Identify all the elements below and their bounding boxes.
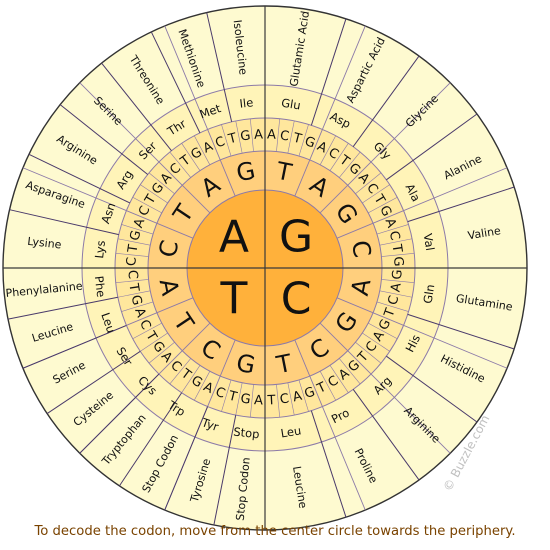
ring-dividers <box>3 6 527 530</box>
ring-3-base-letter: A <box>254 127 264 142</box>
ring-3-base-letter: A <box>267 127 277 142</box>
center-base-letter: A <box>219 211 249 262</box>
amino-acid-abbreviation: Val <box>421 232 438 251</box>
ring-3-base-letter: T <box>266 393 276 408</box>
amino-acid-abbreviation: Phe <box>92 275 108 298</box>
diagram-caption: To decode the codon, move from the cente… <box>34 524 516 539</box>
ring-3-base-letter: A <box>254 393 264 408</box>
center-base-letter: G <box>279 211 313 262</box>
amino-acid-abbreviation: Lys <box>92 240 108 260</box>
ring-3-base-letter: G <box>390 269 405 280</box>
ring-3-base-letter: G <box>390 256 405 267</box>
center-base-letter: C <box>281 274 312 325</box>
amino-acid-abbreviation: Stop <box>233 425 261 442</box>
ring-3-base-letter: C <box>124 257 139 267</box>
center-base-letter: T <box>219 274 247 325</box>
ring-3-base-letter: C <box>124 270 139 280</box>
amino-acid-abbreviation: Ile <box>239 95 254 110</box>
amino-acid-abbreviation: Gln <box>421 283 438 304</box>
codon-wheel-diagram: GCTAT AGCAGCTGCTACTA GA C T GACTGACTGACTGGACT… <box>2 5 528 531</box>
amino-acid-abbreviation: Glu <box>280 96 301 113</box>
